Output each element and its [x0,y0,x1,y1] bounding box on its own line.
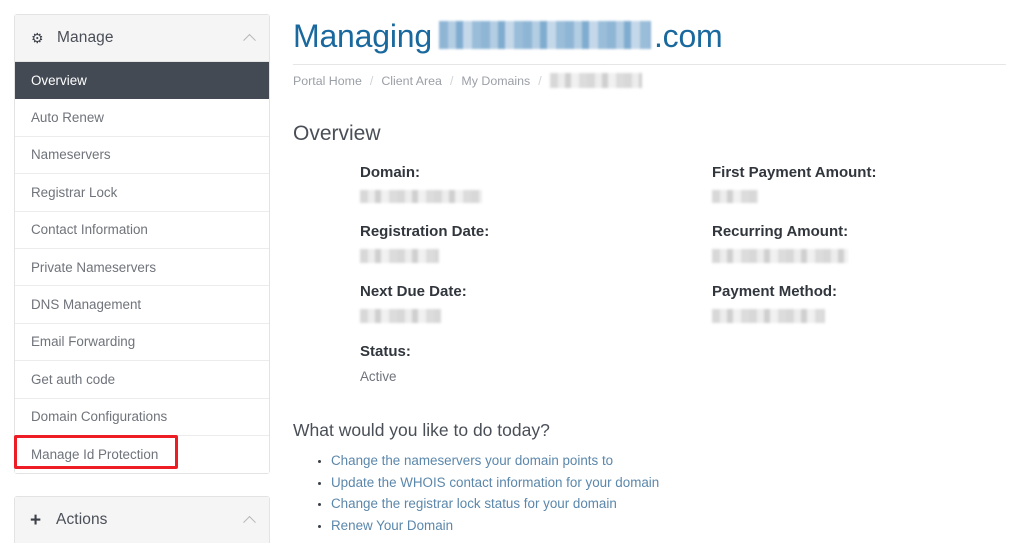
breadcrumb: Portal Home / Client Area / My Domains / [293,73,1024,88]
list-item: Change the nameservers your domain point… [331,450,659,472]
sidebar-item-email-forwarding[interactable]: Email Forwarding [15,323,269,362]
page-title: Managing .com [293,0,1024,55]
detail-label-payment-method: Payment Method: [712,283,838,300]
breadcrumb-separator: / [449,73,454,88]
redacted-value [712,309,825,323]
sidebar-item-nameservers[interactable]: Nameservers [15,136,269,175]
redacted-value [712,249,848,263]
todo-section-title: What would you like to do today? [293,420,550,440]
chevron-up-icon[interactable] [243,516,256,529]
list-item: Change the registrar lock status for you… [331,493,659,515]
redacted-value [360,249,439,263]
actions-panel-title: Actions [56,511,108,529]
sidebar: ⚙ Manage Overview Auto Renew Nameservers… [14,14,270,543]
detail-value-domain [360,190,489,203]
detail-value-status: Active [360,369,397,384]
sidebar-item-get-auth-code[interactable]: Get auth code [15,361,269,399]
redacted-value [360,309,441,323]
link-update-whois-contact[interactable]: Update the WHOIS contact information for… [331,475,659,490]
chevron-up-icon[interactable] [243,33,256,47]
redacted-value [712,190,758,203]
link-change-registrar-lock[interactable]: Change the registrar lock status for you… [331,496,617,511]
sidebar-item-auto-renew[interactable]: Auto Renew [15,99,269,137]
detail-label-registration-date: Registration Date: [360,223,490,240]
breadcrumb-separator: / [538,73,542,88]
sidebar-item-domain-configurations[interactable]: Domain Configurations [15,398,269,436]
breadcrumb-item-redacted[interactable] [549,73,642,88]
title-divider [293,64,1006,65]
detail-label-status: Status: [360,343,411,360]
detail-value-first-payment-amount [712,190,876,203]
todo-link-list: Change the nameservers your domain point… [293,450,659,536]
main-content: Managing .com Portal Home / Client Area … [293,0,1024,543]
section-title-overview: Overview [293,122,381,145]
detail-label-domain: Domain: [360,164,420,181]
details-column-left: Domain: Registration Date: Next Due Date… [360,164,489,384]
breadcrumb-separator: / [369,73,374,88]
breadcrumb-item-my-domains[interactable]: My Domains [461,74,530,88]
detail-label-first-payment-amount: First Payment Amount: [712,164,877,181]
sidebar-item-registrar-lock[interactable]: Registrar Lock [15,174,269,212]
detail-label-next-due-date: Next Due Date: [360,283,467,300]
detail-value-registration-date [360,249,489,263]
sidebar-item-manage-id-protection[interactable]: Manage Id Protection [15,435,269,474]
domain-management-page: ⚙ Manage Overview Auto Renew Nameservers… [0,0,1024,543]
sidebar-item-overview[interactable]: Overview [15,62,269,100]
redacted-value [360,190,482,203]
detail-value-next-due-date [360,309,489,323]
page-title-suffix: .com [653,18,723,54]
manage-nav-list: Overview Auto Renew Nameservers Registra… [15,62,269,474]
link-renew-domain[interactable]: Renew Your Domain [331,518,453,533]
sidebar-item-contact-information[interactable]: Contact Information [15,211,269,249]
list-item: Update the WHOIS contact information for… [331,472,659,494]
redacted-domain-name [438,21,651,49]
list-item: Renew Your Domain [331,515,659,537]
page-title-prefix: Managing [293,18,432,54]
sidebar-item-private-nameservers[interactable]: Private Nameservers [15,248,269,287]
manage-panel: ⚙ Manage Overview Auto Renew Nameservers… [14,14,270,475]
sidebar-item-dns-management[interactable]: DNS Management [15,286,269,324]
detail-value-payment-method [712,309,876,323]
manage-panel-title: Manage [57,29,114,46]
link-change-nameservers[interactable]: Change the nameservers your domain point… [331,453,613,468]
plus-icon: + [30,509,42,531]
breadcrumb-item-client-area[interactable]: Client Area [381,74,442,88]
actions-panel: + Actions [14,496,270,543]
domain-details: Domain: Registration Date: Next Due Date… [293,164,1024,388]
details-column-right: First Payment Amount: Recurring Amount: … [712,164,876,323]
breadcrumb-item-portal-home[interactable]: Portal Home [293,74,362,88]
detail-value-recurring-amount [712,249,876,263]
detail-label-recurring-amount: Recurring Amount: [712,223,849,240]
actions-panel-header[interactable]: + Actions [15,497,269,543]
gear-icon: ⚙ [31,30,44,46]
manage-panel-header[interactable]: ⚙ Manage [15,15,269,62]
